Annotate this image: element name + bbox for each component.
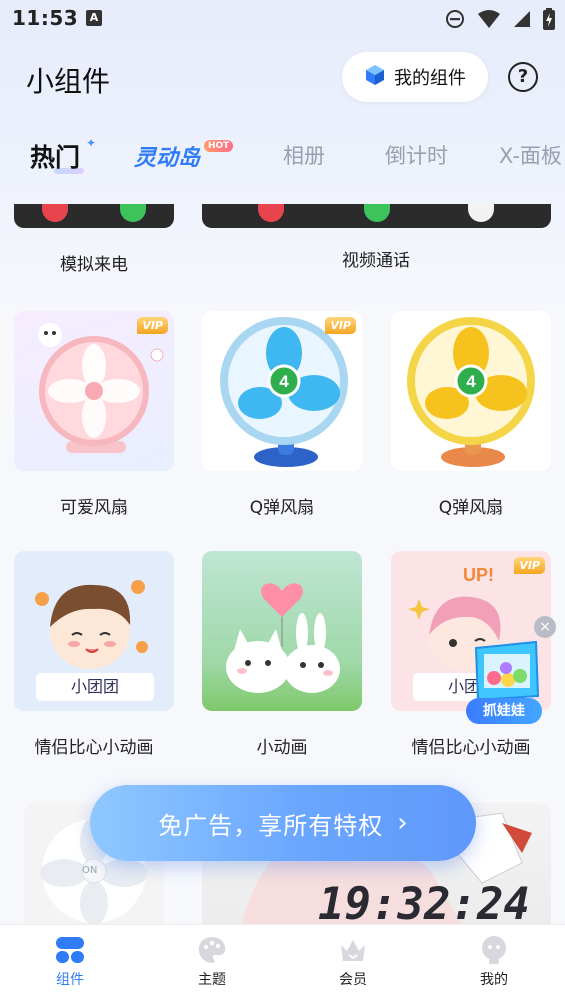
tab-dynamic-island[interactable]: 灵动岛 — [134, 140, 200, 172]
widget-card-bunnies[interactable] — [202, 551, 362, 711]
nav-label: 主题 — [198, 972, 226, 988]
up-text: UP! — [463, 565, 494, 585]
decline-icon — [258, 204, 284, 222]
fan-speed-label: 4 — [279, 372, 289, 391]
notification-icon: A — [86, 10, 102, 26]
mic-icon — [468, 204, 494, 222]
bunnies-icon — [226, 583, 340, 693]
widget-caption: Q弹风扇 — [249, 498, 315, 518]
nav-widgets[interactable]: 组件 — [30, 935, 110, 989]
widget-caption: 模拟来电 — [60, 255, 128, 275]
help-icon[interactable]: ? — [508, 62, 538, 92]
widget-card-q-fan-yellow[interactable]: 4 — [391, 311, 551, 471]
accept-icon — [364, 204, 390, 222]
widget-card-fake-call[interactable] — [14, 204, 174, 228]
nav-label: 会员 — [339, 972, 367, 988]
tab-x-panel[interactable]: X-面板 — [499, 140, 562, 170]
fan-speed-label: 4 — [466, 372, 476, 391]
my-widgets-button[interactable]: 我的组件 — [342, 52, 488, 102]
close-icon[interactable]: × — [534, 616, 556, 638]
widget-card-q-fan-blue[interactable]: 4 VIP — [202, 311, 362, 471]
claw-machine-icon — [474, 640, 540, 702]
my-widgets-label: 我的组件 — [394, 68, 466, 89]
nav-membership[interactable]: 会员 — [313, 935, 393, 989]
tab-countdown[interactable]: 倒计时 — [385, 140, 448, 170]
clock-time: 19:32:24 — [318, 879, 530, 924]
bottom-nav: 组件 主题 会员 我的 — [0, 924, 565, 1004]
crown-icon — [338, 935, 368, 965]
widget-caption: Q弹风扇 — [438, 498, 504, 518]
status-bar: 11:53 A — [0, 0, 565, 38]
wifi-icon — [477, 9, 501, 33]
status-icons — [445, 8, 555, 34]
widget-caption: 情侣比心小动画 — [411, 738, 531, 758]
widget-card-couple-boy[interactable]: 小团团 — [14, 551, 174, 711]
widgets-icon — [55, 935, 85, 965]
dnd-icon — [445, 9, 465, 33]
name-plate: 小团团 — [36, 673, 154, 701]
remove-ads-banner[interactable]: 免广告，享所有特权 › — [90, 785, 476, 861]
widget-caption: 情侣比心小动画 — [34, 738, 154, 758]
sparkle-icon: ✦ — [86, 136, 97, 150]
fan-switch-label: ON — [82, 865, 98, 876]
nav-profile[interactable]: 我的 — [454, 935, 534, 989]
profile-icon — [479, 935, 509, 965]
tab-hot[interactable]: 热门 — [30, 138, 80, 174]
blue-fan-icon: 4 — [220, 317, 348, 467]
promo-label: 免广告，享所有特权 — [158, 811, 384, 840]
widget-caption: 视频通话 — [342, 251, 410, 271]
palette-icon — [197, 935, 227, 965]
nav-label: 我的 — [480, 972, 508, 988]
decline-icon — [42, 204, 68, 222]
cube-icon — [364, 64, 386, 90]
pink-fan-icon — [38, 323, 164, 453]
tab-album[interactable]: 相册 — [283, 140, 325, 170]
chevron-right-icon: › — [397, 808, 408, 838]
nav-themes[interactable]: 主题 — [172, 935, 252, 989]
claw-machine-label[interactable]: 抓娃娃 — [466, 698, 542, 724]
widget-caption: 小动画 — [256, 738, 308, 758]
vip-badge: VIP — [325, 317, 356, 334]
accept-icon — [120, 204, 146, 222]
nav-label: 组件 — [56, 972, 84, 988]
vip-badge: VIP — [514, 557, 545, 574]
vip-badge: VIP — [137, 317, 168, 334]
hot-badge: HOT — [204, 140, 234, 152]
status-time: 11:53 — [12, 6, 79, 30]
yellow-fan-icon: 4 — [407, 317, 535, 467]
category-tabs: 热门 ✦ 灵动岛 HOT 相册 倒计时 X-面板 — [0, 130, 565, 182]
page-title: 小组件 — [26, 65, 111, 98]
battery-icon — [543, 8, 555, 34]
widget-card-video-call[interactable] — [202, 204, 551, 228]
widget-card-cute-fan[interactable]: VIP — [14, 311, 174, 471]
signal-icon — [513, 10, 531, 32]
widget-caption: 可爱风扇 — [60, 498, 128, 518]
